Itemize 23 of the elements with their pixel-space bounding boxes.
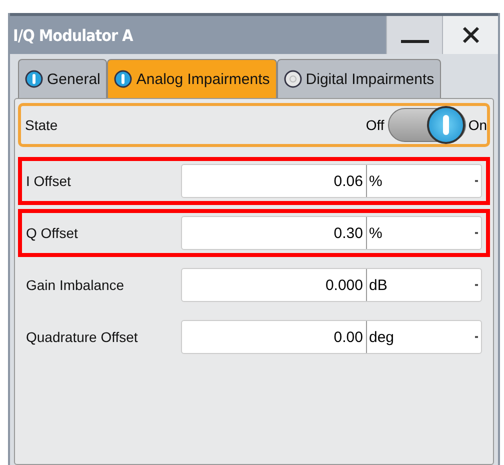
minimize-icon <box>400 39 428 45</box>
off-indicator-icon <box>284 70 302 88</box>
input-field[interactable]: 0.00 deg <box>181 320 482 354</box>
input-field[interactable]: 0.06 % <box>181 164 482 198</box>
input-field[interactable]: 0.30 % <box>181 216 482 250</box>
on-label: On <box>468 117 487 133</box>
state-toggle[interactable] <box>388 108 466 142</box>
input-field[interactable]: 0.000 dB <box>181 268 482 302</box>
state-label: State <box>25 117 59 133</box>
parameter-label: Q Offset <box>26 225 79 241</box>
tab[interactable]: Analog Impairments <box>107 59 277 98</box>
tab[interactable]: Digital Impairments <box>276 59 442 98</box>
window-title: I/Q Modulator A <box>12 26 134 44</box>
parameter-label: Quadrature Offset <box>26 329 139 345</box>
close-button[interactable] <box>442 16 498 54</box>
parameter-label: Gain Imbalance <box>26 277 126 293</box>
on-indicator-icon <box>114 70 132 88</box>
minimize-button[interactable] <box>386 16 442 54</box>
tab[interactable]: General <box>18 59 108 98</box>
parameter-label: I Offset <box>26 173 72 189</box>
off-label: Off <box>366 117 384 133</box>
on-indicator-icon <box>25 70 43 88</box>
close-icon <box>462 26 480 44</box>
